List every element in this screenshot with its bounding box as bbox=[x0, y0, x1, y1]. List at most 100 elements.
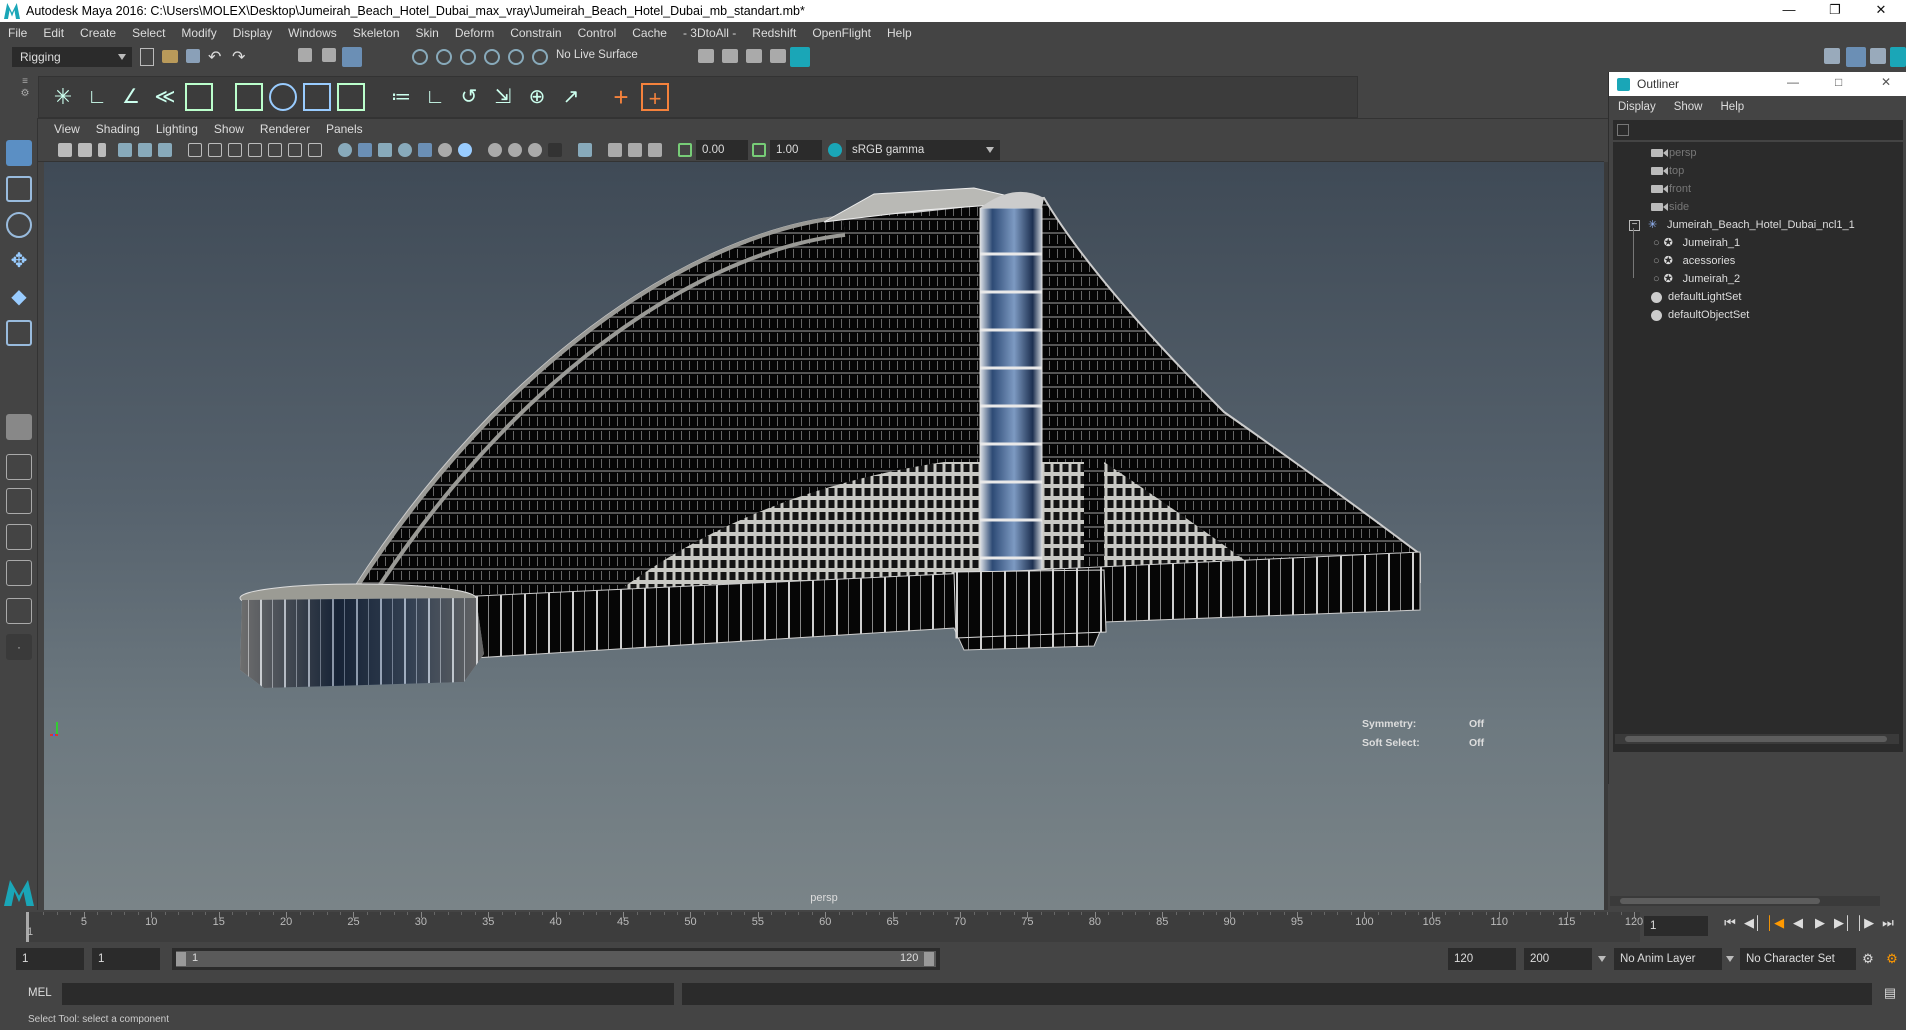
command-input[interactable] bbox=[62, 983, 674, 1005]
hypershade-icon[interactable] bbox=[790, 47, 810, 67]
new-scene-icon[interactable] bbox=[140, 48, 154, 66]
outliner-item-front[interactable]: front bbox=[1651, 180, 1691, 198]
safe-title-icon[interactable] bbox=[308, 143, 322, 157]
menu-redshift[interactable]: Redshift bbox=[744, 26, 804, 40]
insert-joint-icon[interactable]: ≪ bbox=[151, 83, 179, 111]
end-time-field[interactable]: 200 bbox=[1524, 948, 1592, 970]
snap-surface-icon[interactable] bbox=[508, 49, 524, 65]
menu-openflight[interactable]: OpenFlight bbox=[804, 26, 879, 40]
save-scene-icon[interactable] bbox=[186, 49, 200, 63]
pole-vector-icon[interactable]: ↗ bbox=[557, 83, 585, 111]
motion-blur-icon[interactable] bbox=[548, 143, 562, 157]
step-forward-key-icon[interactable]: ▶│ bbox=[1834, 915, 1852, 931]
play-backwards-icon[interactable]: ◀ bbox=[1790, 915, 1806, 931]
collapse-icon[interactable]: − bbox=[1629, 219, 1640, 231]
camera-select-icon[interactable] bbox=[58, 143, 72, 157]
menuset-dropdown[interactable]: Rigging bbox=[12, 47, 132, 67]
auto-key-icon[interactable]: ⚙ bbox=[1860, 951, 1876, 967]
hud-icon[interactable] bbox=[608, 143, 622, 157]
menu-file[interactable]: File bbox=[0, 26, 35, 40]
outliner-h-scrollbar[interactable] bbox=[1615, 734, 1899, 744]
tool-settings-icon[interactable] bbox=[1890, 47, 1906, 67]
frame-all-icon[interactable] bbox=[648, 143, 662, 157]
orient-constraint-icon[interactable]: ↺ bbox=[455, 83, 483, 111]
select-component-icon[interactable] bbox=[342, 47, 362, 67]
menu-help[interactable]: Help bbox=[879, 26, 920, 40]
snap-live-icon[interactable] bbox=[532, 49, 548, 65]
colorspace-dropdown[interactable]: sRGB gamma bbox=[846, 140, 1000, 160]
paint-select-icon[interactable] bbox=[6, 212, 32, 238]
script-editor-icon[interactable]: ▤ bbox=[1882, 985, 1898, 1001]
step-back-key-icon[interactable]: │◀ bbox=[1766, 915, 1784, 931]
panel-menu-shading[interactable]: Shading bbox=[88, 122, 148, 136]
outliner-filter-field[interactable] bbox=[1613, 120, 1903, 140]
resolution-gate-icon[interactable] bbox=[228, 143, 242, 157]
hypershade-layout-icon[interactable] bbox=[6, 598, 32, 624]
attribute-h-scrollbar[interactable] bbox=[1610, 896, 1880, 906]
xray-joints-icon[interactable] bbox=[488, 143, 502, 157]
outliner-item-side[interactable]: side bbox=[1651, 198, 1689, 216]
four-view-layout-icon[interactable] bbox=[6, 454, 32, 480]
snap-view-plane-icon[interactable] bbox=[484, 49, 500, 65]
lasso-tool-icon[interactable] bbox=[6, 176, 32, 202]
range-end-grip[interactable] bbox=[924, 952, 934, 966]
select-object-icon[interactable] bbox=[322, 48, 336, 62]
channel-box-icon[interactable] bbox=[1870, 48, 1886, 64]
gamma-icon[interactable] bbox=[752, 143, 766, 157]
ipr-render-icon[interactable] bbox=[746, 49, 762, 63]
persp-graph-layout-icon[interactable] bbox=[6, 560, 32, 586]
shelf-options-icon[interactable]: ≡ ⚙ bbox=[20, 76, 30, 114]
outliner-close-button[interactable]: ✕ bbox=[1881, 75, 1891, 89]
viewport-persp[interactable]: Symmetry: Off Soft Select: Off persp bbox=[44, 162, 1604, 910]
bookmark-icon[interactable] bbox=[98, 143, 106, 157]
exposure-icon[interactable] bbox=[678, 143, 692, 157]
outliner-menu-show[interactable]: Show bbox=[1665, 101, 1712, 113]
modeling-toolkit-icon[interactable] bbox=[1824, 48, 1840, 64]
range-handle[interactable] bbox=[176, 951, 936, 967]
toolbox-more-icon[interactable]: · bbox=[6, 634, 32, 660]
command-language-label[interactable]: MEL bbox=[28, 987, 52, 999]
locator-icon[interactable]: + bbox=[607, 83, 635, 111]
anim-layer-dropdown[interactable]: No Anim Layer bbox=[1614, 948, 1722, 970]
time-slider-bar[interactable]: 1 5 10 15 20 25 30 35 40 45 50 55 60 65 70 75 80 85 90 95 1… bbox=[26, 912, 1643, 942]
outliner-item-default-object-set[interactable]: defaultObjectSet bbox=[1651, 306, 1749, 324]
range-start-grip[interactable] bbox=[176, 952, 186, 966]
safe-action-icon[interactable] bbox=[288, 143, 302, 157]
menu-cache[interactable]: Cache bbox=[624, 26, 675, 40]
single-perspective-layout-icon[interactable] bbox=[6, 414, 32, 440]
camera-gates-icon[interactable] bbox=[628, 143, 642, 157]
camera-attributes-icon[interactable] bbox=[78, 143, 92, 157]
go-to-start-icon[interactable]: ⏮ bbox=[1722, 915, 1738, 931]
panel-menu-show[interactable]: Show bbox=[206, 122, 252, 136]
menu-control[interactable]: Control bbox=[570, 26, 625, 40]
range-bar[interactable]: 1 120 bbox=[172, 948, 940, 970]
aim-constraint-icon[interactable]: ∟ bbox=[421, 83, 449, 111]
chevron-down-icon[interactable] bbox=[1726, 956, 1734, 962]
render-frame-icon[interactable] bbox=[722, 49, 738, 63]
scale-constraint-icon[interactable]: ⇲ bbox=[489, 83, 517, 111]
default-lighting-icon[interactable] bbox=[378, 143, 392, 157]
gate-mask-icon[interactable] bbox=[248, 143, 262, 157]
current-frame-field[interactable]: 1 bbox=[1644, 916, 1708, 936]
outliner-menu-display[interactable]: Display bbox=[1609, 101, 1665, 113]
two-view-layout-icon[interactable] bbox=[6, 488, 32, 514]
joint-tool-icon[interactable]: ✳ bbox=[49, 83, 77, 111]
ik-spline-icon[interactable]: ∠ bbox=[117, 83, 145, 111]
menu-skin[interactable]: Skin bbox=[408, 26, 447, 40]
menu-windows[interactable]: Windows bbox=[280, 26, 345, 40]
parent-constraint-icon[interactable]: ⊕ bbox=[523, 83, 551, 111]
menu-modify[interactable]: Modify bbox=[173, 26, 224, 40]
persp-outliner-layout-icon[interactable] bbox=[6, 524, 32, 550]
image-plane-icon[interactable] bbox=[118, 143, 132, 157]
outliner-minimize-button[interactable]: — bbox=[1787, 75, 1799, 89]
two-d-pan-icon[interactable] bbox=[138, 143, 152, 157]
go-to-end-icon[interactable]: ⏭ bbox=[1880, 915, 1896, 931]
isolate-select-icon[interactable] bbox=[578, 143, 592, 157]
grease-pencil-icon[interactable] bbox=[158, 143, 172, 157]
outliner-item-root-group[interactable]: − ✳ Jumeirah_Beach_Hotel_Dubai_ncl1_1 bbox=[1629, 216, 1855, 234]
live-surface-label[interactable]: No Live Surface bbox=[556, 49, 638, 61]
scrollbar-thumb[interactable] bbox=[1625, 736, 1887, 742]
menu-display[interactable]: Display bbox=[225, 26, 280, 40]
outliner-maximize-button[interactable]: □ bbox=[1835, 75, 1842, 89]
outliner-item-default-light-set[interactable]: defaultLightSet bbox=[1651, 288, 1741, 306]
